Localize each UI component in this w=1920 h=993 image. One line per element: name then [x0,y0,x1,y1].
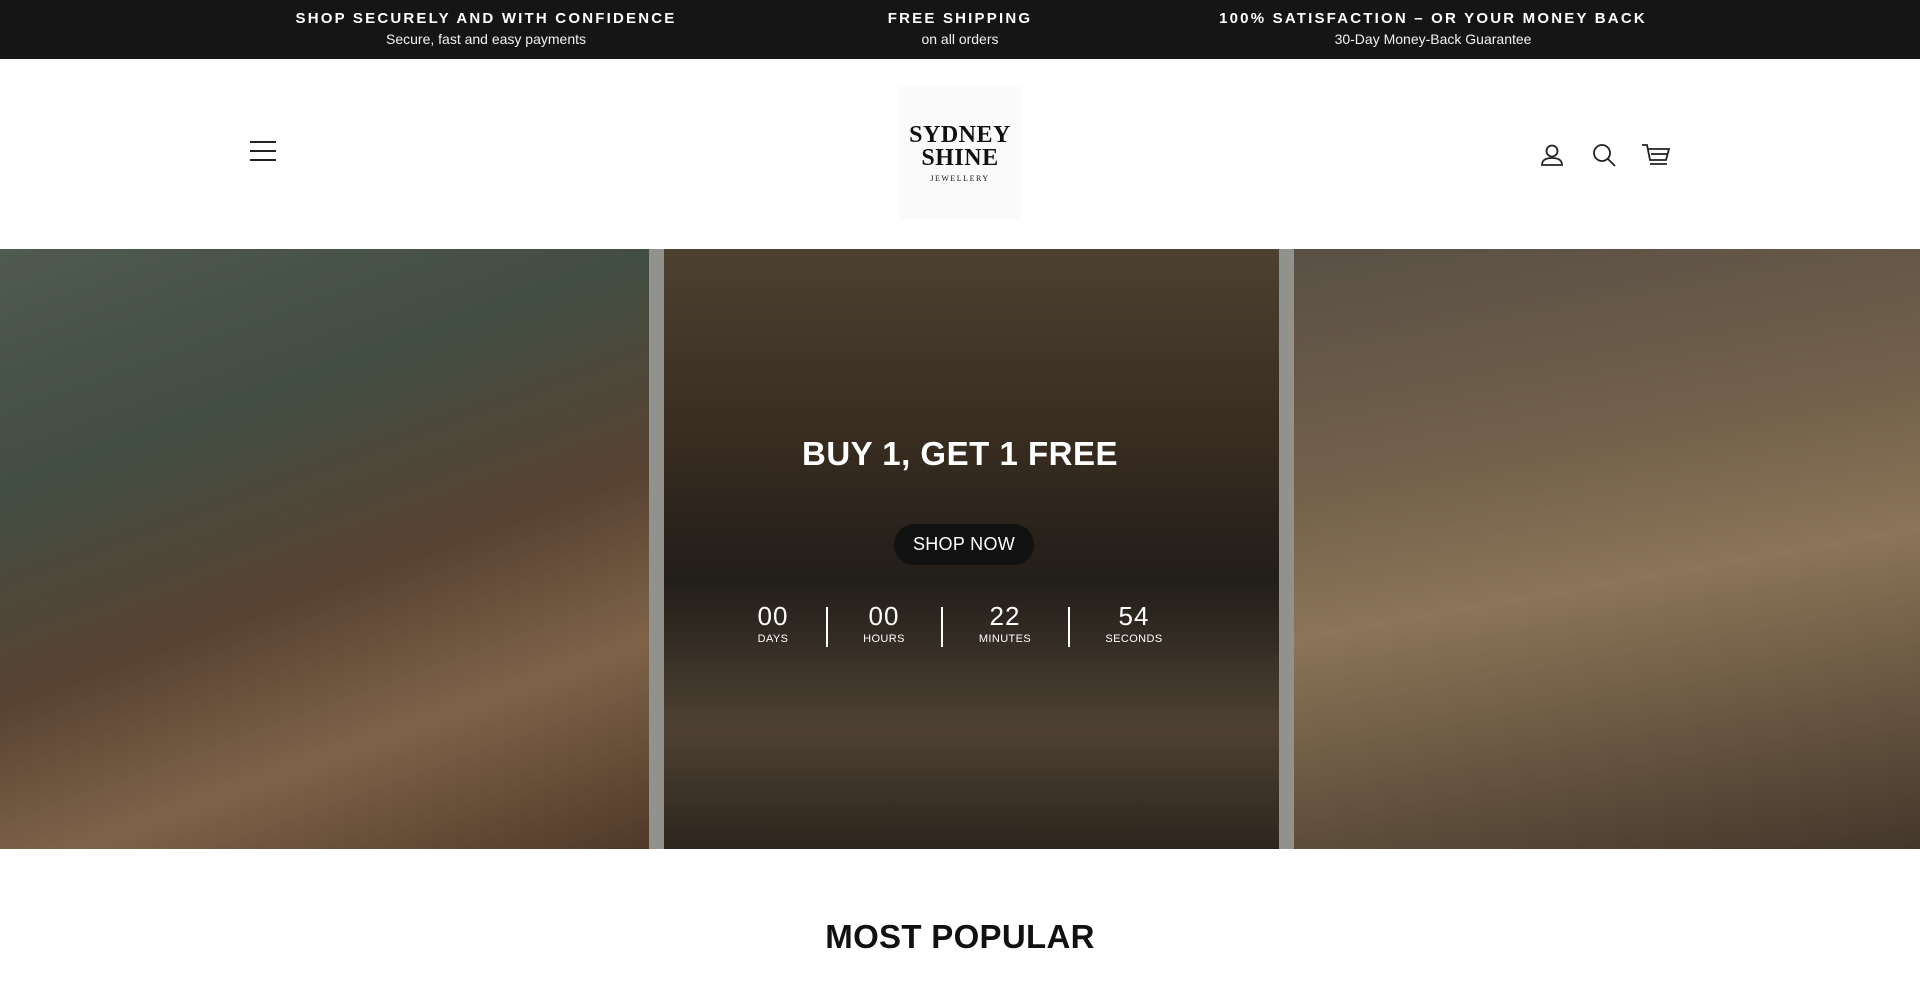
hero-title: BUY 1, GET 1 FREE [802,435,1118,472]
section-title-most-popular: MOST POPULAR [825,918,1095,955]
hamburger-menu-icon[interactable] [250,141,276,163]
logo-text-jewellery: JEWELLERY [930,173,990,183]
announcement-title: 100% SATISFACTION – OR YOUR MONEY BACK [1219,10,1647,27]
announcement-title: SHOP SECURELY AND WITH CONFIDENCE [295,10,677,27]
shop-now-button[interactable]: SHOP NOW [894,524,1034,565]
announcement-subtitle: Secure, fast and easy payments [386,31,586,47]
countdown-label: SECONDS [1105,633,1163,645]
announcement-title: FREE SHIPPING [887,10,1033,27]
countdown-label: MINUTES [978,633,1032,645]
announcement-bar: SHOP SECURELY AND WITH CONFIDENCE Secure… [0,0,1920,59]
announcement-subtitle: 30-Day Money-Back Guarantee [1334,31,1532,47]
countdown-seconds: 54 SECONDS [1089,601,1179,645]
announcement-guarantee: 100% SATISFACTION – OR YOUR MONEY BACK 3… [1173,10,1693,49]
countdown-timer: 00 DAYS 00 HOURS 22 MINUTES 54 SECONDS [0,601,1920,651]
countdown-separator [941,607,943,647]
countdown-minutes: 22 MINUTES [960,601,1050,645]
countdown-value: 00 [757,601,789,631]
cart-icon[interactable] [1641,141,1671,169]
countdown-value: 00 [868,601,900,631]
countdown-label: HOURS [863,633,905,645]
countdown-hours: 00 HOURS [839,601,929,645]
hero-banner: BUY 1, GET 1 FREE SHOP NOW 00 DAYS 00 HO… [0,249,1920,849]
countdown-label: DAYS [757,633,789,645]
site-header: SYDNEY SHINE JEWELLERY [0,59,1920,249]
countdown-days: 00 DAYS [728,601,818,645]
announcement-subtitle: on all orders [921,31,999,47]
user-icon[interactable] [1538,141,1566,169]
site-logo[interactable]: SYDNEY SHINE JEWELLERY [898,87,1022,219]
countdown-separator [826,607,828,647]
countdown-value: 54 [1118,601,1150,631]
logo-text-shine: SHINE [921,144,999,171]
announcement-secure: SHOP SECURELY AND WITH CONFIDENCE Secure… [226,10,746,49]
countdown-value: 22 [989,601,1021,631]
search-icon[interactable] [1590,141,1618,169]
announcement-shipping: FREE SHIPPING on all orders [700,10,1220,49]
logo-text-sydney: SYDNEY [909,121,1011,148]
countdown-separator [1068,607,1070,647]
